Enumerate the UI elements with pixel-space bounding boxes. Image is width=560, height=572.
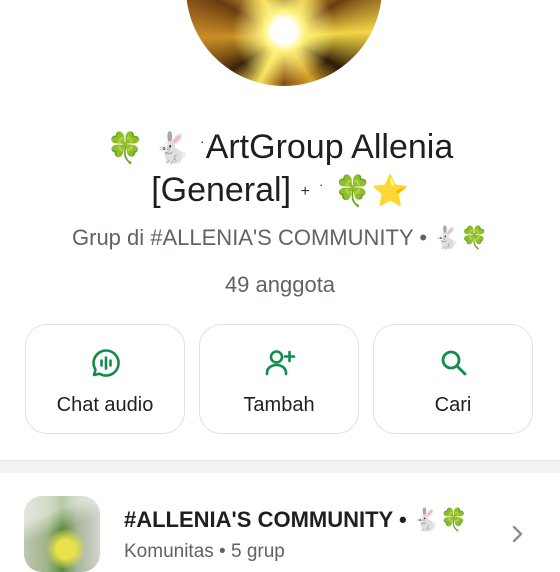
community-subtitle: Komunitas • 5 grup	[124, 541, 285, 562]
rabbit-icon: 🐇	[433, 226, 461, 252]
clover-icon: 🍀	[106, 131, 145, 167]
star-icon: ⭐	[371, 174, 409, 210]
search-icon	[441, 350, 467, 376]
group-avatar[interactable]	[186, 0, 382, 86]
group-subtitle-text: Grup di #ALLENIA'S COMMUNITY •	[72, 225, 428, 250]
member-count: 49 anggota	[224, 272, 336, 297]
add-member-label: Tambah	[243, 394, 315, 416]
group-title-line-2: [General] + ˙ 🍀⭐	[0, 168, 560, 214]
audio-chat-icon	[92, 349, 120, 377]
add-person-icon	[265, 350, 296, 376]
community-name-text: #ALLENIA'S COMMUNITY •	[124, 507, 407, 532]
group-subtitle[interactable]: Grup di #ALLENIA'S COMMUNITY • 🐇🍀	[0, 222, 560, 255]
title-plus: +	[300, 183, 310, 201]
add-member-button[interactable]: Tambah	[199, 324, 359, 434]
section-divider	[0, 460, 560, 473]
community-name: #ALLENIA'S COMMUNITY • 🐇🍀	[124, 504, 468, 537]
group-title-line-1: 🍀 🐇 ˙ArtGroup Allenia	[0, 125, 560, 171]
audio-chat-label: Chat audio	[56, 394, 154, 416]
title-mark-2: ˙	[319, 183, 325, 201]
clover-icon: 🍀	[334, 174, 372, 210]
rabbit-icon: 🐇	[412, 508, 441, 534]
group-title-text-2: [General]	[151, 171, 292, 209]
audio-chat-button[interactable]: Chat audio	[25, 324, 185, 434]
search-button[interactable]: Cari	[373, 324, 533, 434]
clover-icon: 🍀	[460, 226, 488, 252]
chevron-right-icon	[512, 525, 523, 543]
search-label: Cari	[434, 394, 472, 416]
clover-icon: 🍀	[440, 508, 468, 534]
group-title-text: ArtGroup Allenia	[205, 128, 454, 166]
rabbit-icon: 🐇	[153, 131, 191, 167]
community-avatar	[24, 496, 100, 572]
